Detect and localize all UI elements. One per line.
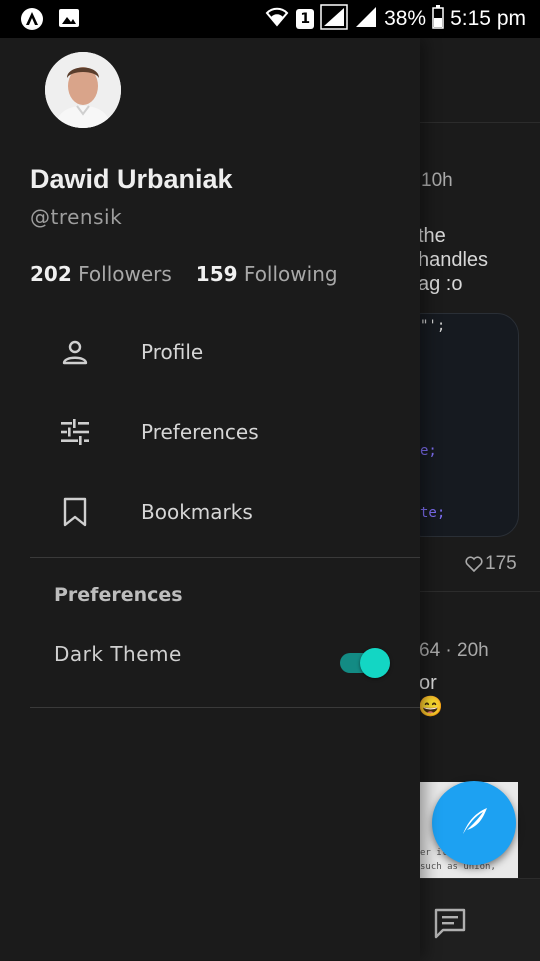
code-line: te; [420, 505, 446, 521]
menu-item-label: Preferences [141, 420, 259, 444]
clock: 5:15 pm [450, 7, 526, 30]
messages-icon[interactable] [433, 907, 467, 943]
like-count: 175 [485, 553, 517, 574]
toggle-thumb [360, 648, 390, 678]
dark-theme-label: Dark Theme [54, 642, 182, 666]
profile-name: Dawid Urbaniak [30, 164, 233, 194]
tweet-meta: 64 · 20h [419, 640, 489, 661]
code-line: e; [420, 443, 437, 459]
person-icon [58, 335, 92, 369]
following-stat[interactable]: 159 Following [196, 262, 338, 286]
like-icon[interactable] [465, 556, 483, 576]
tweet-text-line: handles [418, 249, 489, 271]
profile-handle: @trensik [30, 205, 123, 229]
followers-count: 202 [30, 262, 72, 286]
menu-item-bookmarks[interactable]: Bookmarks [30, 472, 420, 552]
section-title: Preferences [54, 584, 183, 606]
battery-icon [432, 5, 444, 33]
navigation-drawer: Dawid Urbaniak @trensik 202 Followers 15… [0, 38, 420, 960]
avatar[interactable] [45, 52, 121, 128]
drawer-divider [30, 557, 420, 558]
emoji: 😄 [418, 696, 443, 718]
image-notification-icon [58, 7, 80, 35]
tune-icon [58, 415, 92, 449]
menu-item-label: Bookmarks [141, 500, 253, 524]
feather-icon [457, 804, 491, 842]
signal-icon-2 [354, 5, 378, 33]
sim-badge: 1 [296, 9, 315, 29]
tweet-text-line: the [418, 225, 446, 247]
tweet-text-line: or [419, 672, 437, 694]
battery-percent: 38% [384, 7, 427, 30]
app-notification-icon [20, 7, 44, 35]
menu-item-preferences[interactable]: Preferences [30, 392, 420, 472]
menu-item-profile[interactable]: Profile [30, 312, 420, 392]
bottom-nav-bar [420, 878, 540, 961]
compose-button[interactable] [432, 781, 516, 865]
follow-stats: 202 Followers 159 Following [30, 262, 338, 286]
followers-label: Followers [78, 262, 172, 286]
signal-icon [320, 4, 348, 34]
following-label: Following [243, 262, 338, 286]
code-line: "'; [420, 318, 446, 334]
menu-item-label: Profile [141, 340, 204, 364]
status-bar: 1 38% 5:15 pm [0, 0, 540, 38]
tweet-text-line: ag :o [418, 273, 463, 295]
appbar-divider [420, 122, 540, 123]
wifi-icon [264, 5, 290, 33]
drawer-divider [30, 707, 420, 708]
dark-theme-toggle[interactable] [340, 648, 390, 678]
bookmark-icon [58, 495, 92, 529]
following-count: 159 [195, 262, 238, 286]
tweet-time: 10h [421, 170, 453, 191]
followers-stat[interactable]: 202 Followers [30, 262, 172, 286]
feed-divider [420, 591, 540, 592]
